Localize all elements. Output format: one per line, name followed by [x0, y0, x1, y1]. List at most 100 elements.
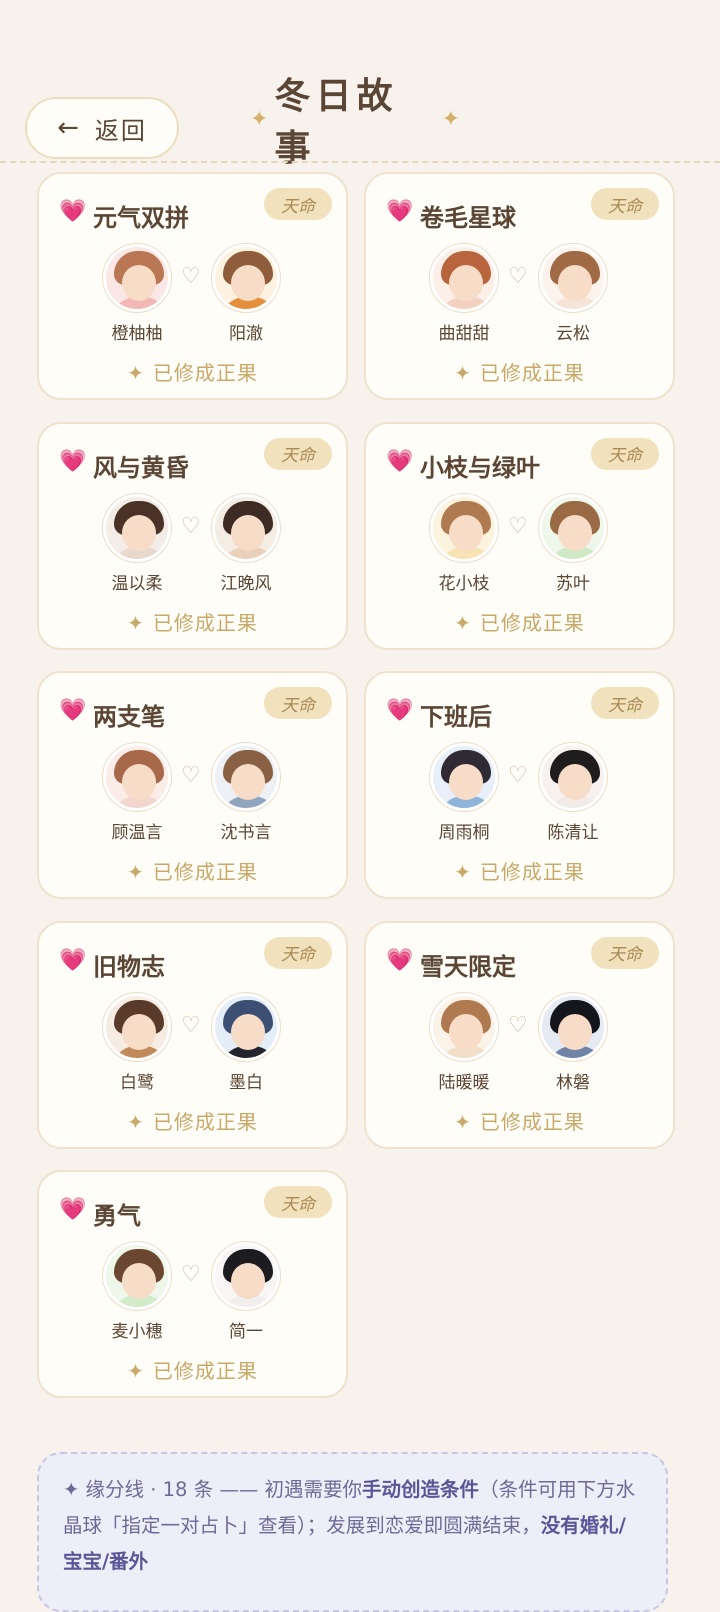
heart-outline-icon: ♡ [181, 1262, 201, 1287]
sparkle-icon: ✦ [454, 361, 472, 385]
heart-icon: 💗 [59, 448, 87, 474]
status-text: 已修成正果 [152, 610, 258, 635]
character-avatar [212, 493, 280, 562]
story-title: 风与黄昏 [93, 453, 189, 482]
couple-pair: ♡ 花小枝 苏叶 [366, 493, 673, 594]
couple-pair: ♡ 顾温言 沈书言 [39, 743, 346, 843]
character-name: 麦小穗 [111, 1322, 163, 1342]
status-text: 已修成正果 [152, 1359, 258, 1383]
character-name: 江晚风 [220, 573, 272, 594]
heart-icon: 💗 [386, 448, 414, 474]
sparkle-icon: ✦ [127, 1109, 145, 1134]
sparkle-icon: ✦ [63, 1478, 80, 1501]
page-title-group: ✦ 冬日故事 ✦ [250, 76, 460, 169]
story-title: 旧物志 [93, 952, 165, 981]
story-status: ✦ 已修成正果 [366, 856, 673, 885]
heart-outline-icon: ♡ [181, 513, 201, 539]
character-avatar [103, 743, 171, 811]
status-text: 已修成正果 [152, 361, 258, 385]
story-card[interactable]: 天命 💗 小枝与绿叶 ♡ 花小枝 苏叶 ✦ 已修成正果 [364, 421, 675, 650]
destiny-badge: 天命 [264, 936, 332, 969]
story-title: 下班后 [420, 703, 492, 731]
story-title: 小枝与绿叶 [420, 453, 540, 482]
story-title: 两支笔 [93, 703, 165, 731]
sparkle-icon: ✦ [454, 1109, 472, 1134]
story-status: ✦ 已修成正果 [366, 1106, 673, 1135]
character-name: 阳澈 [229, 324, 263, 344]
character-avatar [212, 992, 280, 1061]
character-avatar [539, 493, 607, 562]
status-text: 已修成正果 [479, 860, 585, 884]
back-arrow-icon: ← [57, 113, 81, 143]
destiny-badge: 天命 [264, 188, 332, 220]
character-name: 林磐 [556, 1072, 590, 1093]
heart-outline-icon: ♡ [181, 264, 201, 289]
story-title: 元气双拼 [93, 204, 189, 232]
sparkle-icon: ✦ [441, 106, 460, 132]
character-avatar [103, 493, 171, 562]
story-card[interactable]: 天命 💗 雪天限定 ♡ 陆暖暖 林磐 ✦ 已修成正果 [364, 920, 675, 1149]
character-avatar [430, 244, 498, 312]
note-text-1: 缘分线 · 18 条 —— 初遇需要你 [79, 1478, 363, 1501]
story-card[interactable]: 天命 💗 风与黄昏 ♡ 温以柔 江晚风 ✦ 已修成正果 [37, 421, 348, 650]
character-name: 陈清让 [547, 823, 599, 843]
heart-outline-icon: ♡ [181, 1012, 201, 1038]
status-text: 已修成正果 [479, 610, 585, 635]
couple-pair: ♡ 麦小穗 简一 [39, 1242, 346, 1342]
character-name: 云松 [556, 324, 590, 344]
story-card[interactable]: 天命 💗 勇气 ♡ 麦小穗 简一 ✦ 已修成正果 [37, 1170, 348, 1398]
story-status: ✦ 已修成正果 [39, 856, 346, 885]
character-avatar [103, 1242, 171, 1310]
sparkle-icon: ✦ [454, 860, 472, 884]
character-avatar [539, 244, 607, 312]
character-name: 苏叶 [556, 573, 590, 594]
story-card[interactable]: 天命 💗 旧物志 ♡ 白鹭 墨白 ✦ 已修成正果 [37, 920, 348, 1149]
sparkle-icon: ✦ [127, 1359, 145, 1383]
couple-pair: ♡ 陆暖暖 林磐 [366, 992, 673, 1093]
couple-pair: ♡ 白鹭 墨白 [39, 992, 346, 1093]
heart-outline-icon: ♡ [508, 763, 528, 788]
character-name: 简一 [229, 1322, 263, 1342]
destiny-badge: 天命 [591, 936, 659, 969]
heart-icon: 💗 [386, 199, 414, 224]
heart-icon: 💗 [59, 698, 87, 723]
story-card[interactable]: 天命 💗 两支笔 ♡ 顾温言 沈书言 ✦ 已修成正果 [37, 671, 348, 899]
story-status: ✦ 已修成正果 [366, 607, 673, 636]
heart-icon: 💗 [59, 947, 87, 973]
sparkle-icon: ✦ [127, 860, 145, 884]
sparkle-icon: ✦ [454, 610, 472, 635]
character-avatar [212, 244, 280, 312]
status-text: 已修成正果 [152, 860, 258, 884]
story-status: ✦ 已修成正果 [39, 607, 346, 636]
character-name: 花小枝 [438, 573, 490, 594]
character-avatar [103, 244, 171, 312]
character-name: 周雨桐 [438, 823, 490, 843]
status-text: 已修成正果 [479, 1109, 585, 1134]
heart-icon: 💗 [386, 698, 414, 723]
story-card[interactable]: 天命 💗 元气双拼 ♡ 橙柚柚 阳澈 ✦ 已修成正果 [37, 172, 348, 400]
sparkle-icon: ✦ [127, 361, 145, 385]
header: ← 返回 ✦ 冬日故事 ✦ [0, 0, 720, 169]
note-bold-1: 手动创造条件 [362, 1478, 480, 1501]
info-note: ✦ 缘分线 · 18 条 —— 初遇需要你手动创造条件（条件可用下方水晶球「指定… [37, 1452, 668, 1612]
character-avatar [539, 743, 607, 811]
story-status: ✦ 已修成正果 [39, 1106, 346, 1135]
story-status: ✦ 已修成正果 [39, 357, 346, 386]
status-text: 已修成正果 [479, 361, 585, 385]
story-title: 卷毛星球 [420, 204, 516, 232]
heart-icon: 💗 [59, 1197, 87, 1222]
character-avatar [539, 992, 607, 1061]
heart-outline-icon: ♡ [508, 513, 528, 539]
destiny-badge: 天命 [264, 1186, 332, 1218]
character-avatar [212, 743, 280, 811]
couple-pair: ♡ 温以柔 江晚风 [39, 493, 346, 594]
heart-outline-icon: ♡ [508, 264, 528, 289]
sparkle-icon: ✦ [250, 106, 269, 132]
story-card[interactable]: 天命 💗 下班后 ♡ 周雨桐 陈清让 ✦ 已修成正果 [364, 671, 675, 899]
back-button[interactable]: ← 返回 [25, 97, 179, 159]
story-title: 雪天限定 [420, 952, 516, 981]
heart-outline-icon: ♡ [181, 763, 201, 788]
character-name: 白鹭 [120, 1072, 154, 1093]
story-card[interactable]: 天命 💗 卷毛星球 ♡ 曲甜甜 云松 ✦ 已修成正果 [364, 172, 675, 400]
character-avatar [430, 743, 498, 811]
